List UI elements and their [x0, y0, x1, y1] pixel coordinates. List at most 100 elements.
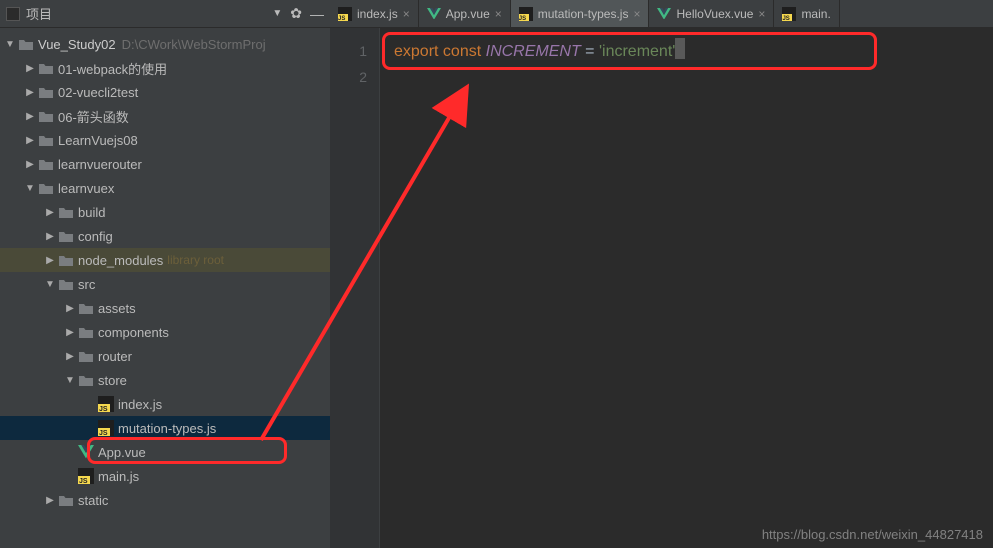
folder-icon — [38, 84, 54, 100]
tree-item[interactable]: ▶node_moduleslibrary root — [0, 248, 330, 272]
tree-item-label: 02-vuecli2test — [58, 85, 138, 100]
folder-icon — [58, 228, 74, 244]
code-line[interactable] — [394, 64, 685, 90]
tree-item[interactable]: ▶ 02-vuecli2test — [0, 80, 330, 104]
tree-twisty[interactable]: ▼ — [24, 183, 36, 194]
tree-item-label: 06-箭头函数 — [58, 107, 129, 126]
tree-twisty[interactable]: ▶ — [44, 255, 56, 266]
tree-item-label: LearnVuejs08 — [58, 133, 138, 148]
editor-tab[interactable]: mutation-types.js × — [511, 0, 650, 27]
tree-twisty[interactable]: ▶ — [64, 327, 76, 338]
tree-twisty[interactable]: ▶ — [64, 351, 76, 362]
close-icon[interactable]: × — [403, 7, 410, 21]
tree-item-label: config — [78, 229, 113, 244]
tree-item[interactable]: ▶ components — [0, 320, 330, 344]
folder-icon — [58, 276, 74, 292]
tree-item[interactable]: ▶ build — [0, 200, 330, 224]
tree-twisty[interactable]: ▶ — [44, 207, 56, 218]
tree-item-label: store — [98, 373, 127, 388]
tree-item[interactable]: ▶01-webpack的使用 — [0, 56, 330, 80]
vue-icon — [427, 7, 441, 21]
tree-item-label: components — [98, 325, 169, 340]
minimize-icon[interactable]: — — [310, 6, 324, 22]
tree-item-label: App.vue — [98, 445, 146, 460]
code-area[interactable]: 1 2 export const INCREMENT = 'increment' — [330, 28, 993, 548]
js-icon — [782, 7, 796, 21]
folder-icon — [38, 156, 54, 172]
tree-twisty[interactable]: ▼ — [44, 279, 56, 290]
tree-twisty[interactable]: ▶ — [24, 63, 36, 74]
js-icon — [519, 7, 533, 21]
folder-icon — [58, 492, 74, 508]
tree-twisty[interactable]: ▶ — [24, 135, 36, 146]
tree-item-label: mutation-types.js — [118, 421, 216, 436]
tree-item[interactable]: ▶ 06-箭头函数 — [0, 104, 330, 128]
line-number: 2 — [330, 64, 367, 90]
folder-icon — [58, 204, 74, 220]
tree-item[interactable]: ▶ LearnVuejs08 — [0, 128, 330, 152]
tab-label: HelloVuex.vue — [676, 7, 753, 21]
tree-item-label: index.js — [118, 397, 162, 412]
editor-tab[interactable]: main. — [774, 0, 839, 27]
line-number: 1 — [330, 38, 367, 64]
tab-label: App.vue — [446, 7, 490, 21]
tree-item-label: learnvuex — [58, 181, 114, 196]
tab-label: mutation-types.js — [538, 7, 629, 21]
tree-item[interactable]: mutation-types.js — [0, 416, 330, 440]
folder-icon — [38, 60, 54, 76]
tree-item[interactable]: ▼ learnvuex — [0, 176, 330, 200]
tree-item-label: build — [78, 205, 105, 220]
tree-item[interactable]: main.js — [0, 464, 330, 488]
vue-icon — [657, 7, 671, 21]
editor-tab[interactable]: HelloVuex.vue × — [649, 0, 774, 27]
close-icon[interactable]: × — [495, 7, 502, 21]
tree-twisty[interactable]: ▶ — [24, 159, 36, 170]
js-icon — [78, 468, 94, 484]
project-sidebar: 项目 ▼ ✿ — ▼Vue_Study02D:\CWork\WebStormPr… — [0, 0, 330, 548]
project-panel-icon — [6, 7, 20, 21]
gear-icon[interactable]: ✿ — [290, 5, 302, 22]
file-tree[interactable]: ▼Vue_Study02D:\CWork\WebStormProj▶01-web… — [0, 28, 330, 548]
tree-item[interactable]: App.vue — [0, 440, 330, 464]
tree-item[interactable]: ▶learnvuerouter — [0, 152, 330, 176]
tree-item[interactable]: ▼src — [0, 272, 330, 296]
js-icon — [98, 420, 114, 436]
folder-icon — [18, 36, 34, 52]
tree-item[interactable]: index.js — [0, 392, 330, 416]
tree-item[interactable]: ▶static — [0, 488, 330, 512]
tree-twisty[interactable]: ▶ — [24, 87, 36, 98]
editor-tab[interactable]: App.vue × — [419, 0, 511, 27]
tree-twisty[interactable]: ▶ — [44, 495, 56, 506]
cursor — [675, 38, 685, 59]
tree-item[interactable]: ▶ config — [0, 224, 330, 248]
close-icon[interactable]: × — [758, 7, 765, 21]
tree-item[interactable]: ▶assets — [0, 296, 330, 320]
tree-item[interactable]: ▼ store — [0, 368, 330, 392]
tree-twisty[interactable]: ▼ — [64, 375, 76, 386]
folder-icon — [78, 372, 94, 388]
tab-label: main. — [801, 7, 830, 21]
editor-tab[interactable]: index.js× — [330, 0, 419, 27]
sidebar-title[interactable]: 项目 — [26, 4, 268, 23]
sidebar-header: 项目 ▼ ✿ — — [0, 0, 330, 28]
tree-item-label: node_modules — [78, 253, 163, 268]
chevron-down-icon[interactable]: ▼ — [272, 8, 282, 19]
js-icon — [338, 7, 352, 21]
tree-item-label: main.js — [98, 469, 139, 484]
chevron-down-icon[interactable]: ▼ — [4, 39, 16, 50]
editor-tabs: index.js×App.vue×mutation-types.js×Hello… — [330, 0, 993, 28]
tree-twisty[interactable]: ▶ — [44, 231, 56, 242]
watermark-text: https://blog.csdn.net/weixin_44827418 — [762, 527, 983, 542]
close-icon[interactable]: × — [633, 7, 640, 21]
editor-pane: index.js×App.vue×mutation-types.js×Hello… — [330, 0, 993, 548]
tree-item-label: router — [98, 349, 132, 364]
tree-twisty[interactable]: ▶ — [64, 303, 76, 314]
tree-item-path: D:\CWork\WebStormProj — [122, 37, 266, 52]
vue-icon — [78, 444, 94, 460]
tree-item[interactable]: ▶ router — [0, 344, 330, 368]
tree-item-project-root[interactable]: ▼Vue_Study02D:\CWork\WebStormProj — [0, 32, 330, 56]
code-line[interactable]: export const INCREMENT = 'increment' — [394, 38, 685, 64]
tree-twisty[interactable]: ▶ — [24, 111, 36, 122]
folder-icon — [78, 348, 94, 364]
code-content[interactable]: export const INCREMENT = 'increment' — [380, 28, 685, 548]
